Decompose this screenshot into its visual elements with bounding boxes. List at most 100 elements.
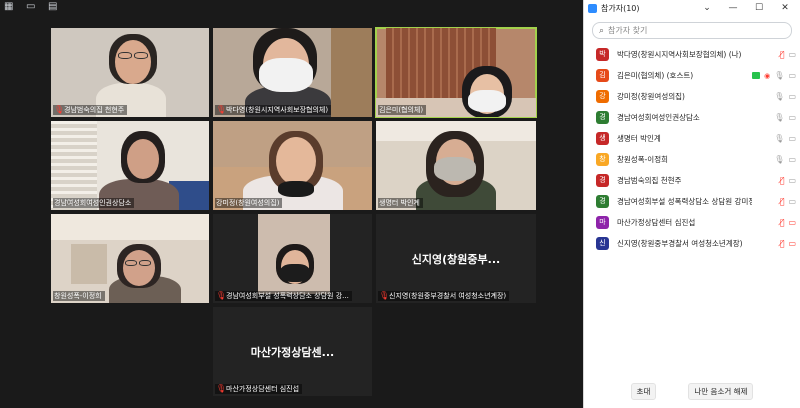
- video-icon[interactable]: ▭: [788, 50, 796, 59]
- video-icon[interactable]: ▭: [788, 134, 796, 143]
- search-placeholder: 참가자 찾기: [608, 26, 648, 35]
- avatar: 박: [596, 48, 609, 61]
- participant-row[interactable]: 생 생명터 박인계 🎙 ▭: [584, 128, 800, 149]
- mic-icon[interactable]: 🎙: [774, 71, 784, 80]
- participant-name: 강미정(창원여성의집): [617, 92, 685, 101]
- tile-big-name: 마산가정상담센...: [250, 345, 335, 359]
- close-button[interactable]: ✕: [774, 3, 796, 13]
- mic-muted-icon: 🎙: [216, 105, 227, 114]
- participant-row[interactable]: 창 창원성폭-이정희 🎙 ▭: [584, 149, 800, 170]
- video-tile[interactable]: 창원성폭-이정희: [50, 213, 210, 304]
- mic-muted-icon[interactable]: 🎙̸: [780, 239, 785, 248]
- participant-row[interactable]: 경 경남범숙의집 천현주 🎙̸ ▭: [584, 170, 800, 191]
- mic-muted-icon[interactable]: 🎙̸: [780, 50, 785, 59]
- video-icon[interactable]: ▭: [788, 113, 796, 122]
- tile-nameplate: 🎙 박다영(창원시지역사회보장협의체): [215, 105, 332, 115]
- tile-name: 김은미(협의체): [379, 106, 424, 114]
- avatar: 경: [596, 195, 609, 208]
- mic-muted-icon: 🎙: [216, 384, 227, 393]
- video-icon[interactable]: ▭: [788, 197, 796, 206]
- participant-status: 🎙̸ ▭: [780, 218, 796, 227]
- participant-row[interactable]: 김 김은미(협의체) (호스트) ◉ 🎙 ▭: [584, 65, 800, 86]
- tile-nameplate: 🎙 신지영(창원중부경찰서 여성청소년계장): [378, 291, 510, 301]
- tile-nameplate: 🎙 경남여성회부설 성폭력상담소 상담원 강...: [215, 291, 352, 301]
- maximize-button[interactable]: ☐: [748, 3, 770, 13]
- participant-row[interactable]: 신 신지영(창원중부경찰서 여성청소년계장) 🎙̸ ▭: [584, 233, 800, 254]
- video-icon[interactable]: ▭: [788, 71, 796, 80]
- mic-muted-icon[interactable]: 🎙̸: [780, 176, 785, 185]
- mic-muted-icon[interactable]: 🎙̸: [780, 218, 785, 227]
- participant-name: 경남여성회부설 성폭력상담소 상담원 강미정: [617, 197, 752, 206]
- tile-name: 마산가정상담센터 심진섭: [226, 385, 300, 393]
- video-tile[interactable]: 강미정(창원여성의집): [212, 120, 373, 211]
- mic-icon[interactable]: 🎙: [774, 155, 784, 164]
- tile-nameplate: 강미정(창원여성의집): [215, 198, 283, 208]
- video-off-icon[interactable]: ▭: [788, 218, 796, 227]
- participant-name: 김은미(협의체) (호스트): [617, 71, 694, 80]
- video-tile[interactable]: 경남여성회여성인권상담소: [50, 120, 210, 211]
- participant-status: 🎙 ▭: [774, 113, 796, 122]
- chevron-down-icon[interactable]: ⌄: [696, 3, 718, 13]
- participant-row[interactable]: 경 경남여성회여성인권상담소 🎙 ▭: [584, 107, 800, 128]
- video-tile[interactable]: 🎙 박다영(창원시지역사회보장협의체): [212, 27, 373, 118]
- participant-name: 생명터 박인계: [617, 134, 661, 143]
- video-icon[interactable]: ▭: [788, 155, 796, 164]
- video-tile[interactable]: 🎙 경남여성회부설 성폭력상담소 상담원 강...: [212, 213, 373, 304]
- tile-nameplate: 🎙 경남범숙의집 천현주: [53, 105, 128, 115]
- gallery-icon[interactable]: ▤: [48, 2, 60, 12]
- invite-button[interactable]: 초대: [630, 383, 657, 400]
- tile-nameplate: 김은미(협의체): [378, 105, 427, 115]
- participants-panel: 참가자(10) ⌄ — ☐ ✕ ⌕ 참가자 찾기 박 박다영(창원시지역사회보장협…: [583, 0, 800, 408]
- grid-icon[interactable]: ▦: [4, 2, 16, 12]
- mic-icon[interactable]: 🎙: [774, 92, 784, 101]
- participant-status: 🎙 ▭: [774, 155, 796, 164]
- unmute-me-button[interactable]: 나만 음소거 해제: [688, 383, 754, 400]
- participant-list: 박 박다영(창원시지역사회보장협의체) (나) 🎙̸ ▭ 김 김은미(협의체) (호스트)…: [584, 44, 800, 254]
- participant-name: 경남범숙의집 천현주: [617, 176, 682, 185]
- video-tile-no-video[interactable]: 신지영(창원중부... 🎙 신지영(창원중부경찰서 여성청소년계장): [375, 213, 537, 304]
- avatar: 김: [596, 69, 609, 82]
- participant-status: 🎙̸ ▭: [780, 50, 796, 59]
- search-icon: ⌕: [599, 25, 605, 36]
- video-tile-active-speaker[interactable]: 김은미(협의체): [375, 27, 537, 118]
- tile-name: 강미정(창원여성의집): [216, 199, 280, 207]
- video-tile-no-video[interactable]: 마산가정상담센... 🎙 마산가정상담센터 심진섭: [212, 306, 373, 397]
- video-off-icon[interactable]: ▭: [788, 239, 796, 248]
- record-icon: ◉: [764, 71, 771, 80]
- participant-search-input[interactable]: ⌕ 참가자 찾기: [592, 22, 792, 39]
- participant-status: ◉ 🎙 ▭: [752, 71, 796, 80]
- participant-row[interactable]: 마 마산가정상담센터 심진섭 🎙̸ ▭: [584, 212, 800, 233]
- tile-big-name: 신지영(창원중부...: [411, 252, 501, 266]
- video-icon[interactable]: ▭: [788, 92, 796, 101]
- avatar: 강: [596, 90, 609, 103]
- tile-name: 경남여성회부설 성폭력상담소 상담원 강...: [226, 292, 349, 300]
- mic-muted-icon: 🎙: [216, 291, 227, 300]
- tile-nameplate: 경남여성회여성인권상담소: [53, 198, 135, 208]
- participant-status: 🎙̸ ▭: [780, 176, 796, 185]
- video-tile[interactable]: 🎙 경남범숙의집 천현주: [50, 27, 210, 118]
- participant-row[interactable]: 박 박다영(창원시지역사회보장협의체) (나) 🎙̸ ▭: [584, 44, 800, 65]
- avatar: 신: [596, 237, 609, 250]
- avatar: 마: [596, 216, 609, 229]
- mic-icon[interactable]: 🎙: [774, 134, 784, 143]
- video-gallery: ▦ ▭ ▤ 🎙 경남범숙의집 천현주 🎙 박다영(창원시지역사회보장협의체) 김…: [0, 0, 583, 408]
- tile-name: 신지영(창원중부경찰서 여성청소년계장): [389, 292, 507, 300]
- screen-share-icon: [752, 72, 761, 79]
- participant-status: 🎙̸ ▭: [780, 197, 796, 206]
- speaker-icon[interactable]: ▭: [26, 2, 38, 12]
- mic-muted-icon[interactable]: 🎙̸: [780, 197, 785, 206]
- mic-muted-icon: 🎙: [379, 291, 390, 300]
- participant-name: 경남여성회여성인권상담소: [617, 113, 700, 122]
- panel-title: 참가자(10): [601, 3, 640, 13]
- minimize-button[interactable]: —: [722, 3, 744, 13]
- tile-name: 박다영(창원시지역사회보장협의체): [226, 106, 329, 114]
- tile-name: 생명터 박인계: [379, 199, 420, 207]
- video-tile[interactable]: 생명터 박인계: [375, 120, 537, 211]
- participant-status: 🎙 ▭: [774, 92, 796, 101]
- zoom-app-icon: [588, 3, 597, 13]
- avatar: 경: [596, 174, 609, 187]
- video-icon[interactable]: ▭: [788, 176, 796, 185]
- mic-icon[interactable]: 🎙: [774, 113, 784, 122]
- participant-row[interactable]: 강 강미정(창원여성의집) 🎙 ▭: [584, 86, 800, 107]
- participant-row[interactable]: 경 경남여성회부설 성폭력상담소 상담원 강미정 🎙̸ ▭: [584, 191, 800, 212]
